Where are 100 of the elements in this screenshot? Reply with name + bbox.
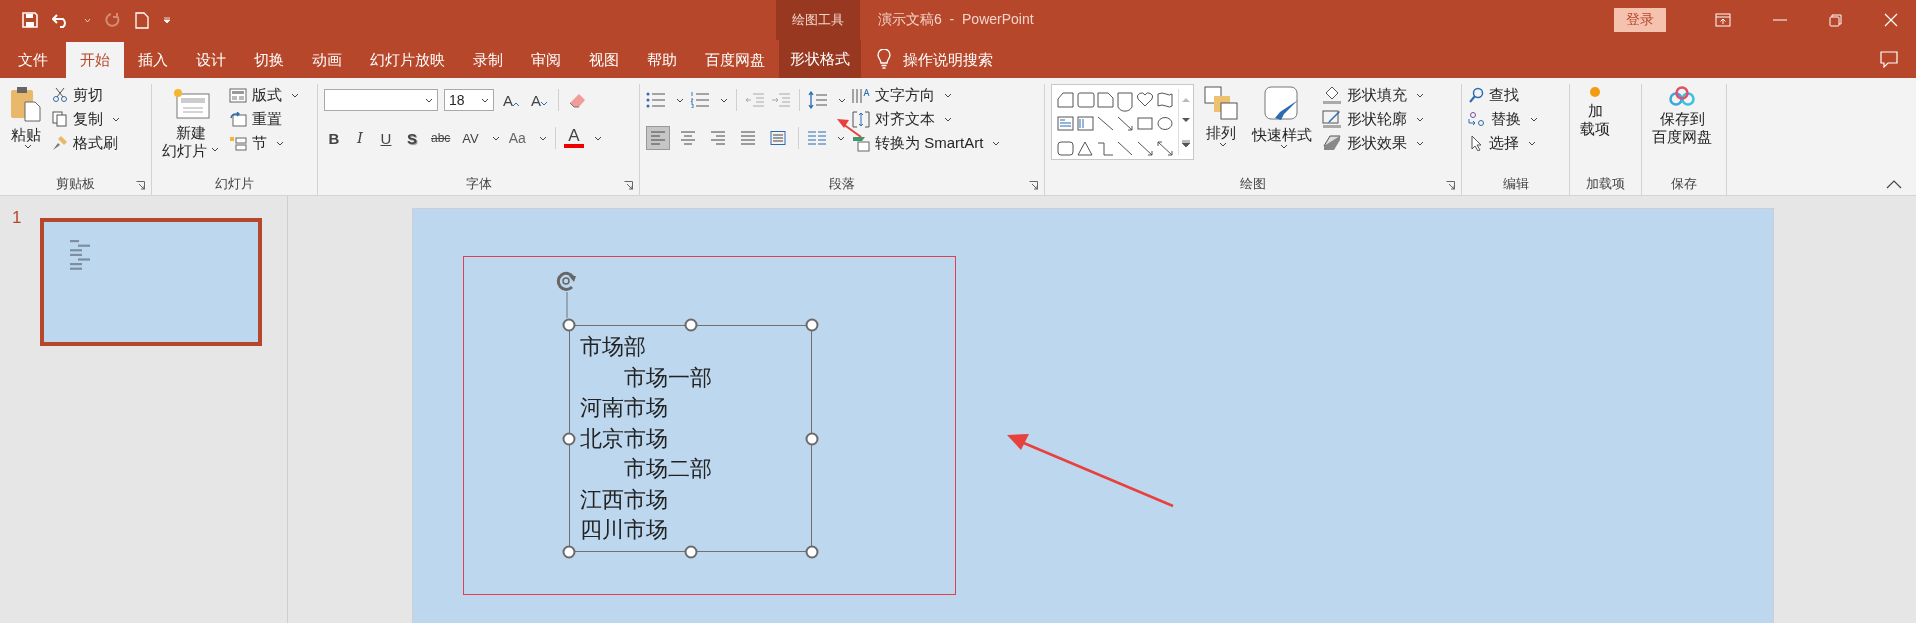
dialog-launcher-icon[interactable]	[1446, 181, 1455, 190]
caret-icon	[1416, 140, 1424, 146]
font-name-field[interactable]	[324, 89, 438, 111]
new-document-icon[interactable]	[135, 11, 149, 29]
layout-button[interactable]: 版式	[229, 86, 299, 104]
ribbon-display-icon[interactable]	[1715, 13, 1731, 27]
search-icon	[1468, 87, 1484, 103]
bold-button[interactable]: B	[324, 129, 344, 147]
ribbon-tab[interactable]: 录制	[459, 42, 517, 78]
bullets-icon[interactable]	[646, 92, 666, 108]
strikethrough-button[interactable]: abc	[428, 131, 454, 145]
font-color-button[interactable]: A	[563, 128, 584, 148]
find-button[interactable]: 查找	[1468, 86, 1538, 104]
rectangle-outline[interactable]	[463, 256, 956, 595]
font-size-field[interactable]: 18	[444, 89, 494, 111]
align-icon	[740, 131, 756, 145]
reset-icon	[229, 111, 247, 127]
shape-effects-icon	[1322, 134, 1342, 152]
copy-icon	[52, 111, 68, 127]
shape-fill-button[interactable]: 形状填充	[1322, 86, 1424, 104]
more-icon[interactable]	[1182, 139, 1190, 147]
group-label: 剪贴板	[56, 175, 95, 193]
restore-icon[interactable]	[1829, 13, 1842, 27]
resize-handle[interactable]	[805, 545, 819, 559]
ribbon-tab[interactable]: 动画	[298, 42, 356, 78]
resize-handle[interactable]	[684, 545, 697, 559]
caret-icon[interactable]	[84, 17, 91, 23]
italic-button[interactable]: I	[350, 129, 370, 147]
dialog-launcher-icon[interactable]	[624, 181, 633, 190]
shape-outline-button[interactable]: 形状轮廓	[1322, 110, 1424, 128]
align-icon	[710, 131, 726, 145]
resize-handle[interactable]	[805, 432, 819, 445]
section-button[interactable]: 节	[229, 134, 299, 152]
close-icon[interactable]	[1884, 13, 1898, 27]
resize-handle[interactable]	[805, 318, 819, 332]
resize-handle[interactable]	[562, 432, 576, 445]
slide-text: 市场一部	[624, 363, 712, 392]
ribbon-tab[interactable]: 审阅	[517, 42, 575, 78]
ribbon-tab[interactable]: 幻灯片放映	[356, 42, 459, 78]
ribbon-tab[interactable]: 文件	[0, 42, 66, 78]
sign-in-button[interactable]: 登录	[1614, 8, 1666, 32]
shrink-font-button[interactable]: A	[528, 91, 551, 109]
copy-button[interactable]: 复制	[52, 110, 120, 128]
caret-icon	[276, 140, 284, 146]
ribbon-tab[interactable]: 视图	[575, 42, 633, 78]
select-button[interactable]: 选择	[1468, 134, 1538, 152]
arrange-button[interactable]: 排列	[1200, 84, 1242, 149]
ribbon-tab[interactable]: 形状格式	[779, 40, 861, 78]
save-icon[interactable]	[22, 12, 38, 28]
caret-icon	[720, 97, 728, 103]
text-direction-button[interactable]: 文字方向	[852, 86, 1001, 104]
convert-to-smartart-button[interactable]: 转换为 SmartArt	[852, 134, 1001, 152]
slide-text: 江西市场	[580, 485, 668, 514]
dialog-launcher-icon[interactable]	[136, 181, 145, 190]
group-label: 加载项	[1586, 175, 1625, 193]
align-text-button[interactable]: 对齐文本	[852, 110, 1001, 128]
caret-icon	[1530, 116, 1538, 122]
quick-styles-button[interactable]: 快速样式	[1248, 84, 1316, 151]
grow-font-button[interactable]: A	[500, 91, 522, 109]
line-spacing-icon[interactable]	[808, 91, 828, 109]
caret-icon	[291, 92, 299, 98]
new-slide-button[interactable]: 新建 幻灯片	[158, 84, 223, 162]
scroll-down-icon[interactable]	[1182, 118, 1190, 124]
caret-icon	[481, 97, 489, 103]
ribbon-tab[interactable]: 插入	[124, 42, 182, 78]
text-shadow-button[interactable]: S	[402, 129, 422, 147]
dialog-launcher-icon[interactable]	[1029, 181, 1038, 190]
underline-button[interactable]: U	[376, 129, 396, 147]
format-painter-button[interactable]: 格式刷	[52, 134, 120, 152]
change-case-button[interactable]: Aa	[505, 130, 529, 146]
resize-handle[interactable]	[684, 318, 697, 332]
pencil-icon	[1322, 110, 1342, 128]
caret-icon	[211, 147, 219, 152]
ribbon-tab[interactable]: 切换	[240, 42, 298, 78]
tell-me-search-field[interactable]: 操作说明搜索	[903, 42, 993, 78]
section-icon	[229, 135, 247, 151]
resize-handle[interactable]	[562, 545, 576, 559]
ribbon-tab[interactable]: 百度网盘	[691, 42, 779, 78]
replace-button[interactable]: 替换	[1468, 110, 1538, 128]
paste-button[interactable]: 粘贴	[6, 84, 46, 151]
shape-effects-button[interactable]: 形状效果	[1322, 134, 1424, 152]
collapse-ribbon-icon[interactable]	[1886, 180, 1902, 189]
resize-handle[interactable]	[562, 318, 576, 332]
slide-thumbnail[interactable]	[40, 218, 262, 346]
cut-button[interactable]: 剪切	[52, 86, 120, 104]
caret-icon	[112, 116, 120, 122]
save-to-cloud-button[interactable]: 保存到 百度网盘	[1648, 84, 1716, 148]
lightbulb-icon	[877, 49, 891, 69]
customize-icon[interactable]	[163, 16, 171, 24]
caret-icon	[944, 92, 952, 98]
pointer-icon	[1468, 135, 1484, 151]
down-caret-icon	[541, 101, 548, 106]
reset-button[interactable]: 重置	[229, 110, 299, 128]
ribbon-tab[interactable]: 帮助	[633, 42, 691, 78]
character-spacing-button[interactable]: AV	[459, 130, 482, 146]
comment-icon[interactable]	[1880, 51, 1898, 68]
ribbon-tab[interactable]: 开始	[66, 42, 124, 78]
add-ins-button[interactable]: 加 载项	[1576, 84, 1614, 140]
ribbon-tab[interactable]: 设计	[182, 42, 240, 78]
eraser-icon[interactable]	[567, 91, 588, 109]
